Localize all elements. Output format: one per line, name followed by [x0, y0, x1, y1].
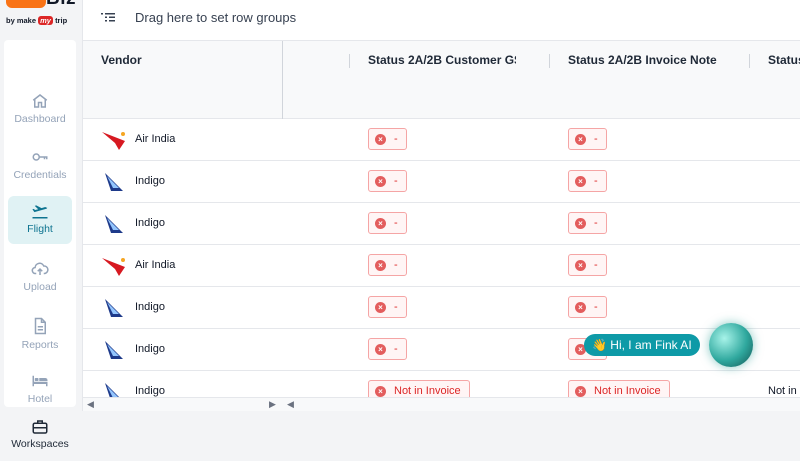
table-row[interactable]: Air India × - × - — [83, 119, 800, 161]
status-badge[interactable]: ×- — [568, 212, 607, 234]
plane-takeoff-icon — [32, 205, 48, 219]
table-row[interactable]: Indigo × Not in Invoice × Not in Invoice N… — [83, 371, 800, 397]
scroll-left-icon[interactable]: ◀ — [87, 399, 94, 410]
vendor-name: Indigo — [135, 385, 165, 397]
table-row[interactable]: Indigo ×- ×- — [83, 203, 800, 245]
indigo-logo — [105, 383, 119, 397]
vendor-name: Indigo — [135, 175, 165, 187]
column-header-status-next[interactable]: Status — [768, 53, 800, 67]
status-badge[interactable]: ×- — [568, 128, 607, 150]
vendor-name: Indigo — [135, 217, 165, 229]
table-row[interactable]: Indigo ×- ×- — [83, 161, 800, 203]
home-icon — [32, 94, 48, 108]
status-cell: Not in I — [768, 385, 800, 397]
table-row[interactable]: Indigo ×- ×- — [83, 287, 800, 329]
vendor-name: Air India — [135, 259, 176, 271]
workspaces-button[interactable]: Workspaces — [0, 418, 80, 450]
column-header-status-invoice[interactable]: Status 2A/2B Invoice Note — [568, 53, 717, 67]
horizontal-scrollbar[interactable]: ◀ ▶ ◀ — [83, 397, 800, 411]
brand-logo[interactable]: Biz by make my trip — [0, 0, 80, 36]
error-icon: × — [375, 175, 386, 187]
error-icon: × — [375, 217, 386, 229]
app-root: Biz by make my trip Dashboard Credential… — [0, 0, 800, 461]
column-separator[interactable] — [549, 54, 550, 68]
bed-icon — [32, 375, 48, 387]
brand-tagline: by make my trip — [6, 16, 68, 25]
error-icon: × — [575, 259, 586, 271]
vendor-name: Indigo — [135, 343, 165, 355]
sidebar-item-upload[interactable]: Upload — [8, 254, 72, 302]
error-icon: × — [375, 301, 386, 313]
status-badge[interactable]: ×- — [368, 128, 407, 150]
row-group-drop-zone[interactable]: Drag here to set row groups — [83, 0, 800, 41]
status-badge[interactable]: ×- — [568, 170, 607, 192]
error-icon: × — [575, 175, 586, 187]
error-icon: × — [375, 385, 386, 397]
indigo-logo — [105, 299, 123, 317]
air-india-logo — [102, 258, 125, 276]
key-icon — [32, 153, 48, 161]
status-badge[interactable]: ×- — [368, 212, 407, 234]
vendor-name: Air India — [135, 133, 176, 145]
indigo-logo — [105, 341, 123, 359]
row-group-icon — [101, 13, 115, 22]
indigo-logo — [105, 215, 123, 233]
column-separator[interactable] — [749, 54, 750, 68]
logo-mark — [6, 0, 46, 8]
scroll-right-icon[interactable]: ▶ — [269, 399, 276, 410]
vendor-name: Indigo — [135, 301, 165, 313]
sidebar-item-flight[interactable]: Flight — [8, 196, 72, 244]
air-india-logo — [102, 132, 125, 150]
briefcase-icon — [32, 420, 48, 434]
error-icon: × — [575, 301, 586, 313]
cloud-upload-icon — [31, 262, 49, 275]
column-header-status-customer[interactable]: Status 2A/2B Customer GS — [368, 53, 516, 67]
error-icon: × — [375, 343, 386, 355]
status-badge[interactable]: ×- — [368, 254, 407, 276]
error-icon: × — [375, 133, 386, 145]
status-badge[interactable]: ×- — [368, 296, 407, 318]
sidebar: Biz by make my trip Dashboard Credential… — [0, 0, 80, 461]
table-row[interactable]: Air India × - × - — [83, 245, 800, 287]
scroll-left-icon[interactable]: ◀ — [287, 399, 294, 410]
fink-ai-orb-icon[interactable] — [709, 323, 753, 367]
status-badge[interactable]: ×- — [568, 296, 607, 318]
status-badge[interactable]: ×- — [368, 170, 407, 192]
error-icon: × — [575, 217, 586, 229]
status-badge[interactable]: ×- — [568, 254, 607, 276]
indigo-logo — [105, 173, 123, 191]
status-badge[interactable]: × Not in Invoice — [368, 380, 470, 397]
sidebar-item-hotel[interactable]: Hotel — [8, 366, 72, 414]
sidebar-item-credentials[interactable]: Credentials — [8, 142, 72, 190]
grid-header: Vendor Status 2A/2B Customer GS Status 2… — [83, 41, 800, 119]
row-group-hint: Drag here to set row groups — [135, 10, 297, 25]
brand-name: Biz — [46, 0, 76, 10]
error-icon: × — [575, 385, 586, 397]
status-badge[interactable]: ×- — [368, 338, 407, 360]
error-icon: × — [375, 259, 386, 271]
fink-ai-greeting[interactable]: 👋 Hi, I am Fink AI — [584, 334, 700, 356]
document-icon — [34, 317, 46, 335]
sidebar-item-dashboard[interactable]: Dashboard — [8, 86, 72, 134]
sidebar-item-reports[interactable]: Reports — [8, 310, 72, 358]
wave-icon: 👋 — [592, 338, 607, 352]
column-header-vendor[interactable]: Vendor — [101, 53, 142, 67]
status-badge[interactable]: × Not in Invoice — [568, 380, 670, 397]
column-separator[interactable] — [349, 54, 350, 68]
error-icon: × — [575, 133, 586, 145]
